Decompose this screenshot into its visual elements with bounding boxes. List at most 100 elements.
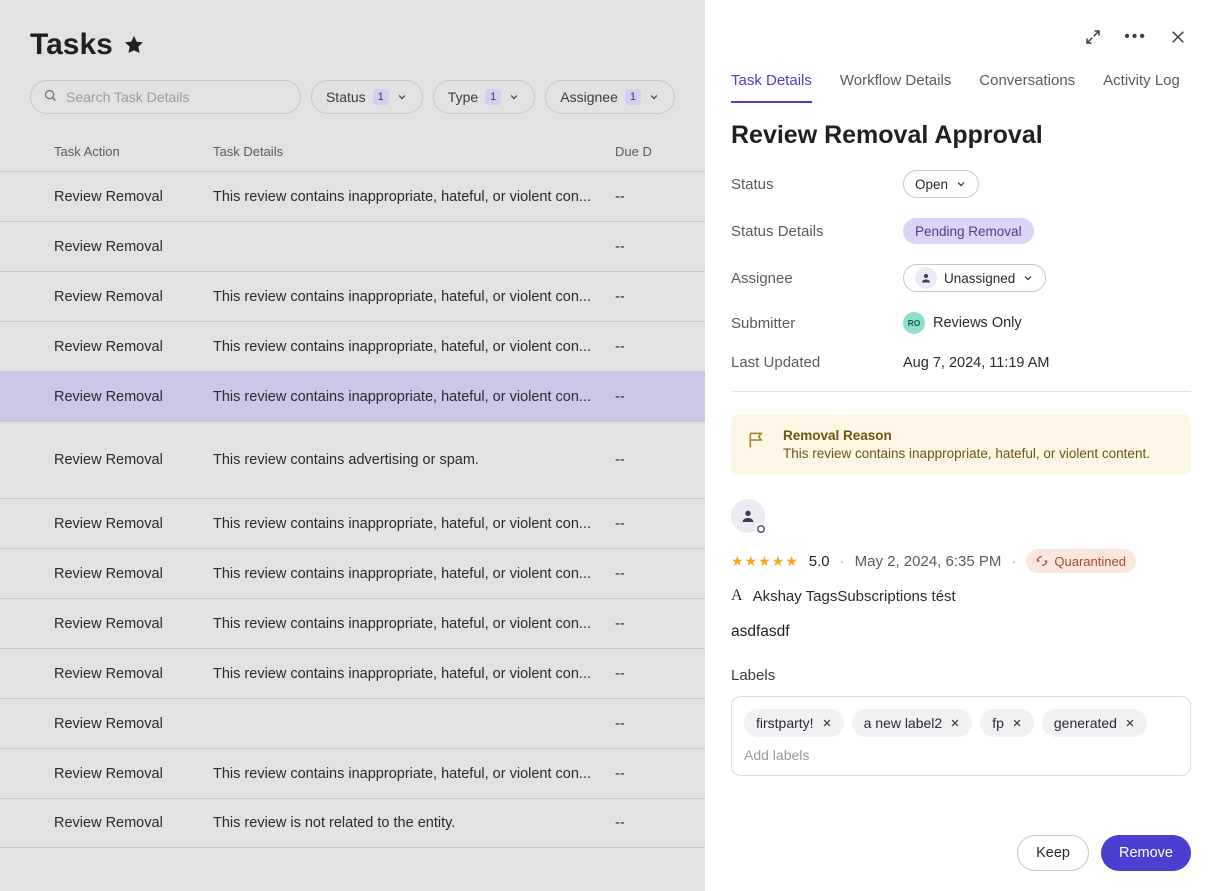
panel-tabs: Task Details Workflow Details Conversation…	[705, 56, 1217, 103]
table-row[interactable]: Review RemovalThis review contains inapp…	[0, 548, 705, 598]
cell-due: --	[615, 389, 675, 405]
expand-icon[interactable]	[1084, 28, 1102, 46]
table-row[interactable]: Review RemovalThis review contains inapp…	[0, 498, 705, 548]
meta-label-submitter: Submitter	[731, 315, 903, 332]
meta-label-assignee: Assignee	[731, 270, 903, 287]
filter-pill[interactable]: Assignee 1	[545, 80, 675, 114]
chip-remove-icon[interactable]	[950, 718, 960, 728]
status-dropdown[interactable]: Open	[903, 170, 979, 198]
chip-label: fp	[992, 715, 1004, 731]
tab[interactable]: Conversations	[979, 72, 1075, 103]
flag-icon	[747, 428, 767, 461]
table-row[interactable]: Review RemovalThis review contains inapp…	[0, 171, 705, 221]
cell-details: This review contains inappropriate, hate…	[213, 616, 615, 632]
merchant-name: Akshay TagsSubscriptions tést	[753, 588, 956, 605]
col-header-due[interactable]: Due D	[615, 144, 675, 159]
table-row[interactable]: Review Removal--	[0, 221, 705, 271]
table-row[interactable]: Review Removal--	[0, 698, 705, 748]
task-detail-panel: ••• Task Details Workflow Details Conversa…	[705, 0, 1217, 891]
review-date: May 2, 2024, 6:35 PM	[855, 553, 1002, 570]
tasks-list-pane: Tasks Status1 Type1 Assignee 1 Task Action …	[0, 0, 705, 891]
filter-row: Status1 Type1 Assignee 1	[0, 80, 705, 132]
cell-details: This review contains inappropriate, hate…	[213, 289, 615, 305]
chevron-down-icon	[648, 91, 660, 103]
filter-pill[interactable]: Type1	[433, 80, 535, 114]
divider	[731, 391, 1191, 392]
label-chip: fp	[980, 709, 1034, 737]
tasks-table: Task Action Task Details Due D Review Re…	[0, 132, 705, 848]
assignee-value: Unassigned	[944, 271, 1015, 286]
chevron-down-icon	[1022, 272, 1034, 284]
table-row[interactable]: Review RemovalThis review contains inapp…	[0, 598, 705, 648]
detail-title: Review Removal Approval	[731, 121, 1191, 150]
cell-action: Review Removal	[30, 766, 213, 782]
table-body: Review RemovalThis review contains inapp…	[0, 171, 705, 848]
search-input[interactable]	[66, 89, 288, 105]
submitter-value: Reviews Only	[933, 315, 1022, 331]
remove-button[interactable]: Remove	[1101, 835, 1191, 871]
removal-reason-notice: Removal Reason This review contains inap…	[731, 414, 1191, 475]
table-row[interactable]: Review RemovalThis review contains inapp…	[0, 648, 705, 698]
meta-label-updated: Last Updated	[731, 354, 903, 371]
table-row[interactable]: Review RemovalThis review is not related…	[0, 798, 705, 848]
notice-title: Removal Reason	[783, 428, 1150, 443]
table-row[interactable]: Review RemovalThis review contains adver…	[0, 421, 705, 498]
star-rating: ★★★★★	[731, 553, 799, 570]
filter-label: Assignee	[560, 89, 618, 105]
cell-due: --	[615, 516, 675, 532]
cell-due: --	[615, 339, 675, 355]
chip-label: firstparty!	[756, 715, 814, 731]
favorite-star-icon[interactable]	[123, 34, 145, 56]
more-menu-icon[interactable]: •••	[1124, 28, 1147, 46]
cell-action: Review Removal	[30, 452, 213, 468]
close-icon[interactable]	[1169, 28, 1187, 46]
meta-label-status-details: Status Details	[731, 223, 903, 240]
cell-action: Review Removal	[30, 815, 213, 831]
table-header-row: Task Action Task Details Due D	[0, 132, 705, 171]
cell-action: Review Removal	[30, 289, 213, 305]
meta-label-status: Status	[731, 176, 903, 193]
add-labels-input[interactable]	[744, 747, 1178, 763]
chip-label: generated	[1054, 715, 1117, 731]
cell-details: This review contains inappropriate, hate…	[213, 766, 615, 782]
chip-remove-icon[interactable]	[1012, 718, 1022, 728]
filter-label: Status	[326, 89, 366, 105]
filter-count: 1	[625, 89, 641, 105]
chip-remove-icon[interactable]	[1125, 718, 1135, 728]
rating-number: 5.0	[809, 553, 830, 570]
filter-pill[interactable]: Status1	[311, 80, 423, 114]
filter-label: Type	[448, 89, 478, 105]
tab[interactable]: Workflow Details	[840, 72, 951, 103]
review-body: asdfasdf	[731, 623, 1191, 641]
cell-action: Review Removal	[30, 566, 213, 582]
cell-action: Review Removal	[30, 189, 213, 205]
updated-value: Aug 7, 2024, 11:19 AM	[903, 355, 1049, 371]
person-icon	[915, 267, 937, 289]
panel-body: Review Removal Approval Status Open Stat…	[705, 103, 1217, 819]
cell-details: This review contains inappropriate, hate…	[213, 516, 615, 532]
keep-button[interactable]: Keep	[1017, 835, 1089, 871]
table-row[interactable]: Review RemovalThis review contains inapp…	[0, 321, 705, 371]
table-row[interactable]: Review RemovalThis review contains inapp…	[0, 271, 705, 321]
cell-due: --	[615, 239, 675, 255]
labels-box[interactable]: firstparty!a new label2fpgenerated	[731, 696, 1191, 776]
col-header-details[interactable]: Task Details	[213, 144, 615, 159]
quarantined-badge: Quarantined	[1026, 549, 1136, 573]
chevron-down-icon	[396, 91, 408, 103]
table-row[interactable]: Review RemovalThis review contains inapp…	[0, 371, 705, 421]
chip-remove-icon[interactable]	[822, 718, 832, 728]
tab[interactable]: Activity Log	[1103, 72, 1180, 103]
cell-action: Review Removal	[30, 516, 213, 532]
col-header-action[interactable]: Task Action	[30, 144, 213, 159]
separator: ·	[1011, 553, 1016, 570]
tab[interactable]: Task Details	[731, 72, 812, 103]
assignee-dropdown[interactable]: Unassigned	[903, 264, 1046, 292]
cell-due: --	[615, 452, 675, 468]
page-title: Tasks	[30, 28, 113, 62]
label-chip: firstparty!	[744, 709, 844, 737]
page-header: Tasks	[0, 0, 705, 80]
cell-action: Review Removal	[30, 666, 213, 682]
table-row[interactable]: Review RemovalThis review contains inapp…	[0, 748, 705, 798]
search-input-wrapper[interactable]	[30, 80, 301, 114]
chevron-down-icon	[955, 178, 967, 190]
